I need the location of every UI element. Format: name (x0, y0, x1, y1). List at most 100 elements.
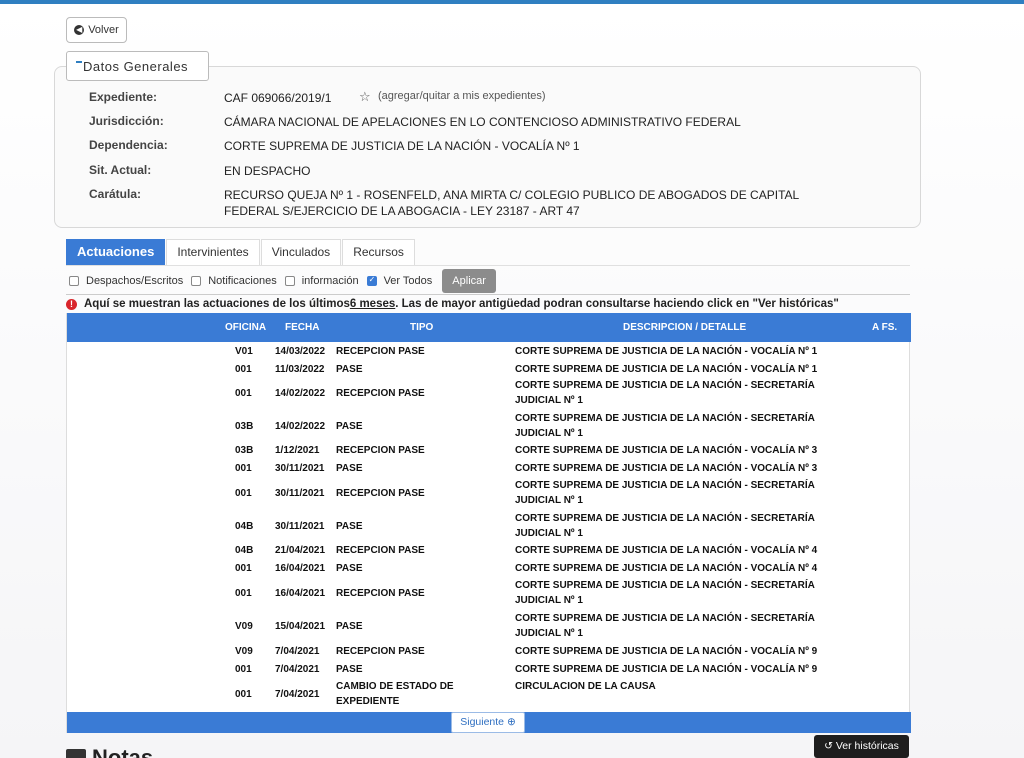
cell-descripcion: CORTE SUPREMA DE JUSTICIA DE LA NACIÓN -… (515, 445, 818, 456)
cell-descripcion: CORTE SUPREMA DE JUSTICIA DE LA NACIÓN -… (515, 463, 818, 474)
apply-button[interactable]: Aplicar (442, 269, 496, 293)
cell-tipo: RECEPCION PASE (336, 646, 425, 657)
cell-descripcion: CIRCULACION DE LA CAUSA (515, 681, 656, 692)
table-row[interactable]: 001 16/04/2021 RECEPCION PASE CORTE SUPREMA… (67, 578, 911, 610)
cell-tipo: PASE (336, 364, 363, 375)
cell-tipo: RECEPCION PASE (336, 445, 425, 456)
cell-tipo: PASE (336, 421, 363, 432)
cell-descripcion: CORTE SUPREMA DE JUSTICIA DE LA NACIÓN -… (515, 613, 815, 639)
table-row[interactable]: 001 16/04/2021 PASE CORTE SUPREMA DE JUSTIC… (67, 561, 911, 577)
table-row[interactable]: 04B 30/11/2021 PASE CORTE SUPREMA DE JUSTIC… (67, 511, 911, 543)
cell-tipo: RECEPCION PASE (336, 588, 425, 599)
cell-tipo: PASE (336, 563, 363, 574)
filter-label-notificaciones: Notificaciones (208, 275, 277, 287)
filter-label-informacion: información (301, 275, 359, 287)
cell-descripcion: CORTE SUPREMA DE JUSTICIA DE LA NACIÓN -… (515, 646, 818, 657)
table-row[interactable]: 04B 21/04/2021 RECEPCION PASE CORTE SUPREMA… (67, 543, 911, 559)
table-row[interactable]: 03B 1/12/2021 RECEPCION PASE CORTE SUPREMA … (67, 443, 911, 459)
filter-label-ver-todos: Ver Todos (383, 275, 433, 287)
cell-oficina: 001 (235, 364, 252, 375)
cell-descripcion: CORTE SUPREMA DE JUSTICIA DE LA NACIÓN -… (515, 413, 815, 439)
cell-tipo: PASE (336, 463, 363, 474)
checkbox-informacion[interactable] (284, 276, 295, 286)
star-outline-icon[interactable]: ☆ (359, 89, 371, 105)
cell-descripcion: CORTE SUPREMA DE JUSTICIA DE LA NACIÓN -… (515, 346, 818, 357)
cell-descripcion: CORTE SUPREMA DE JUSTICIA DE LA NACIÓN -… (515, 513, 815, 539)
tab-bar: Actuaciones Intervinientes Vinculados Re… (66, 239, 416, 265)
back-button[interactable]: ◀ Volver (66, 17, 127, 43)
tab-recursos[interactable]: Recursos (342, 239, 415, 265)
circle-arrow-right-icon: ⊕ (506, 716, 516, 728)
cell-tipo: RECEPCION PASE (336, 388, 425, 399)
table-row[interactable]: 001 30/11/2021 RECEPCION PASE CORTE SUPREMA… (67, 478, 911, 510)
cell-tipo: RECEPCION PASE (336, 545, 425, 556)
cell-tipo: PASE (336, 521, 363, 532)
table-row[interactable]: 03B 14/02/2022 PASE CORTE SUPREMA DE JUSTIC… (67, 411, 911, 443)
cell-fecha: 30/11/2021 (275, 463, 325, 474)
cell-descripcion: CORTE SUPREMA DE JUSTICIA DE LA NACIÓN -… (515, 545, 818, 556)
col-descripcion: DESCRIPCION / DETALLE (623, 322, 747, 333)
favorite-toggle-link[interactable]: (agregar/quitar a mis expedientes) (378, 90, 546, 102)
table-row[interactable]: 001 7/04/2021 CAMBIO DE ESTADO DE EXPEDIEN… (67, 679, 911, 711)
cell-oficina: 001 (235, 588, 252, 599)
cell-fecha: 16/04/2021 (275, 588, 326, 599)
cell-fecha: 1/12/2021 (275, 445, 320, 456)
next-page-button[interactable]: Siguiente ⊕ (451, 712, 525, 733)
cell-oficina: 001 (235, 689, 252, 700)
col-oficina: OFICINA (225, 322, 267, 333)
cell-oficina: 04B (235, 545, 254, 556)
table-row[interactable]: 001 11/03/2022 PASE CORTE SUPREMA DE JUSTIC… (67, 362, 911, 378)
cell-fecha: 14/02/2022 (275, 388, 326, 399)
col-tipo: TIPO (410, 322, 434, 333)
cell-oficina: V01 (235, 346, 253, 357)
filter-bar: Despachos/Escritos Notificaciones inform… (69, 269, 496, 293)
checkbox-despachos[interactable] (69, 276, 79, 286)
table-row[interactable]: V09 7/04/2021 RECEPCION PASE CORTE SUPREMA … (67, 644, 911, 660)
table-row[interactable]: 001 14/02/2022 RECEPCION PASE CORTE SUPREMA… (67, 378, 911, 410)
history-icon: ↺ (824, 740, 833, 752)
checkbox-notificaciones[interactable] (191, 276, 202, 286)
actuaciones-table: OFICINA FECHA TIPO DESCRIPCION / DETALLE… (66, 313, 911, 733)
cell-tipo: RECEPCION PASE (336, 488, 425, 499)
cell-oficina: 03B (235, 421, 254, 432)
filter-label-despachos: Despachos/Escritos (86, 275, 184, 287)
filter-divider (66, 294, 910, 295)
cell-fecha: 14/02/2022 (275, 421, 326, 432)
col-fecha: FECHA (285, 322, 320, 333)
cell-fecha: 7/04/2021 (275, 689, 320, 700)
col-afs: A FS. (872, 322, 898, 333)
cell-fecha: 30/11/2021 (275, 488, 325, 499)
back-label: Volver (88, 24, 119, 36)
table-row[interactable]: 001 30/11/2021 PASE CORTE SUPREMA DE JUSTIC… (67, 461, 911, 477)
tab-actuaciones[interactable]: Actuaciones (66, 239, 166, 265)
cell-fecha: 15/04/2021 (275, 621, 326, 632)
cell-oficina: 001 (235, 463, 252, 474)
cell-tipo: RECEPCION PASE (336, 346, 425, 357)
checkbox-ver-todos[interactable] (366, 275, 377, 286)
cell-oficina: 001 (235, 488, 252, 499)
datos-generales-legend[interactable]: Datos Generales (66, 51, 209, 81)
cell-descripcion: CORTE SUPREMA DE JUSTICIA DE LA NACIÓN -… (515, 380, 815, 406)
notice-banner: ! Aquí se muestran las actuaciones de lo… (66, 297, 839, 311)
cell-fecha: 16/04/2021 (275, 563, 326, 574)
tab-intervinientes[interactable]: Intervinientes (166, 239, 260, 265)
exclamation-circle-icon: ! (66, 298, 77, 310)
top-accent-bar (0, 0, 1024, 4)
cell-fecha: 7/04/2021 (275, 664, 320, 675)
ver-historicas-button[interactable]: ↺ Ver históricas (814, 735, 909, 758)
cell-tipo: PASE (336, 621, 363, 632)
table-row[interactable]: V01 14/03/2022 RECEPCION PASE CORTE SUPREMA… (67, 344, 911, 360)
notas-heading: Notas (66, 745, 153, 758)
cell-fecha: 11/03/2022 (275, 364, 325, 375)
cell-descripcion: CORTE SUPREMA DE JUSTICIA DE LA NACIÓN -… (515, 664, 818, 675)
table-row[interactable]: 001 7/04/2021 PASE CORTE SUPREMA DE JUSTICI… (67, 662, 911, 678)
cell-descripcion: CORTE SUPREMA DE JUSTICIA DE LA NACIÓN -… (515, 480, 815, 506)
circle-arrow-left-icon: ◀ (74, 25, 85, 35)
cell-tipo: CAMBIO DE ESTADO DE EXPEDIENTE (336, 681, 454, 707)
notes-icon (66, 749, 86, 758)
tab-vinculados[interactable]: Vinculados (260, 239, 342, 265)
cell-oficina: 001 (235, 664, 252, 675)
cell-oficina: 03B (235, 445, 254, 456)
table-row[interactable]: V09 15/04/2021 PASE CORTE SUPREMA DE JUSTIC… (67, 611, 911, 643)
table-header: OFICINA FECHA TIPO DESCRIPCION / DETALLE… (67, 313, 911, 342)
